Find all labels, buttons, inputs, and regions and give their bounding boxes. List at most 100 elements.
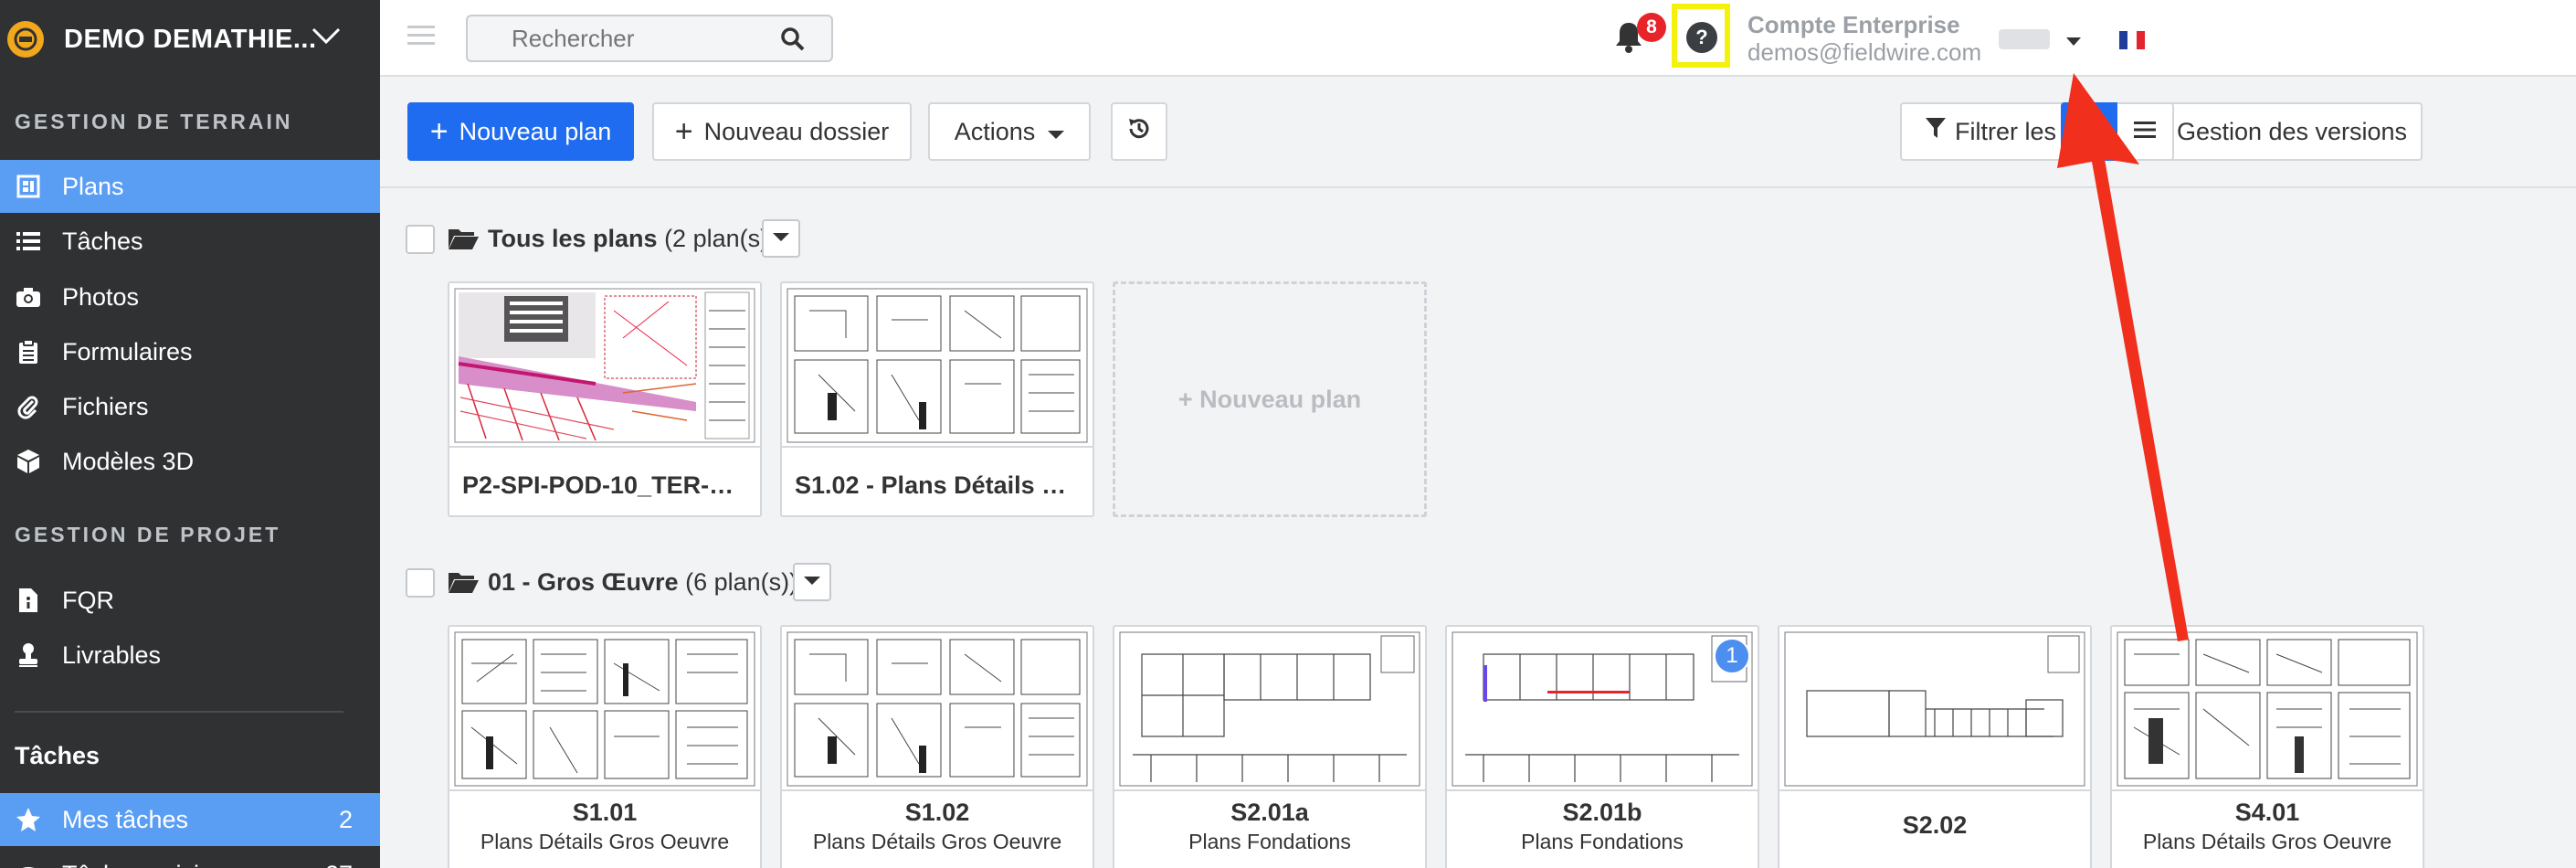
plan-name: S2.01b	[1562, 799, 1642, 826]
sidebar-item-followed-tasks[interactable]: Tâches suivies 27	[0, 848, 380, 868]
version-management-label: Gestion des versions	[2176, 117, 2408, 145]
folder-count: (6 plan(s))	[685, 568, 798, 596]
document-info-icon	[15, 587, 42, 614]
plan-name: S1.02	[904, 799, 970, 826]
sidebar-item-files[interactable]: Fichiers	[0, 380, 380, 433]
camera-icon	[15, 283, 42, 311]
folder-dropdown-button[interactable]	[793, 563, 831, 601]
sidebar-item-label: Fichiers	[62, 392, 149, 420]
plan-title: P2-SPI-POD-10_TER-N1...	[462, 471, 760, 499]
folder-title[interactable]: 01 - Gros Œuvre (6 plan(s))	[488, 568, 797, 597]
sidebar-item-submittals[interactable]: Livrables	[0, 629, 380, 682]
actions-dropdown[interactable]: Actions	[928, 102, 1091, 161]
project-switcher[interactable]: DEMO DEMATHIE...	[0, 0, 380, 79]
hamburger-menu-icon[interactable]	[407, 24, 435, 52]
sidebar-item-my-tasks[interactable]: Mes tâches 2	[0, 793, 380, 846]
account-type-label: Compte Enterprise	[1747, 11, 1960, 38]
search-box	[466, 15, 833, 62]
plan-description: Plans Fondations	[1521, 830, 1684, 853]
sidebar-item-photos[interactable]: Photos	[0, 270, 380, 323]
plan-card[interactable]: S1.02 - Plans Détails Gro...	[780, 281, 1094, 517]
grid-view-icon	[2079, 119, 2099, 144]
chevron-down-icon[interactable]	[311, 26, 342, 50]
plan-name: S2.02	[1902, 811, 1968, 839]
search-input[interactable]	[468, 16, 760, 60]
folder-select-checkbox[interactable]	[406, 568, 435, 598]
version-management-button[interactable]: Gestion des versions	[2161, 102, 2423, 161]
sidebar-item-label: Formulaires	[62, 337, 193, 365]
folder-select-checkbox[interactable]	[406, 225, 435, 254]
sidebar-item-label: Photos	[62, 282, 140, 311]
search-icon[interactable]	[780, 26, 806, 57]
filter-funnel-icon	[1926, 117, 1946, 146]
caret-down-icon	[804, 574, 820, 590]
sidebar-item-plans[interactable]: Plans	[0, 160, 380, 213]
sidebar: DEMO DEMATHIE... GESTION DE TERRAIN Plan…	[0, 0, 380, 868]
plus-icon: +	[674, 113, 693, 149]
plan-thumbnail	[1114, 627, 1425, 791]
plan-card[interactable]: S2.01b Plans Fondations	[1445, 625, 1759, 868]
sidebar-item-rfi[interactable]: FQR	[0, 574, 380, 627]
plan-thumbnail	[449, 283, 760, 448]
folder-name: Tous les plans	[488, 225, 658, 252]
plan-card[interactable]: S2.02	[1778, 625, 2092, 868]
history-button[interactable]	[1111, 102, 1167, 161]
fieldwire-logo-icon	[7, 21, 44, 58]
plus-icon: +	[429, 113, 449, 149]
plan-thumbnail	[1779, 627, 2090, 791]
actions-label: Actions	[954, 117, 1036, 145]
plan-card[interactable]: P2-SPI-POD-10_TER-N1...	[448, 281, 762, 517]
clipboard-icon	[15, 338, 42, 365]
sidebar-item-label: Plans	[62, 172, 124, 200]
star-icon	[15, 806, 42, 833]
toolbar-divider	[380, 186, 2576, 188]
tasks-list-icon	[15, 228, 42, 255]
new-plan-label: Nouveau plan	[459, 117, 612, 145]
plans-icon	[15, 173, 42, 200]
new-folder-label: Nouveau dossier	[703, 117, 890, 145]
french-flag-icon[interactable]	[2119, 31, 2145, 49]
sidebar-item-label: Modèles 3D	[62, 447, 195, 475]
folder-title[interactable]: Tous les plans (2 plan(s))	[488, 225, 776, 253]
new-folder-button[interactable]: + Nouveau dossier	[652, 102, 912, 161]
plan-task-count-badge: 1	[1714, 638, 1750, 674]
plan-description: Plans Détails Gros Oeuvre	[2142, 830, 2392, 853]
plan-thumbnail	[782, 283, 1093, 448]
list-view-toggle[interactable]	[2117, 102, 2174, 161]
folder-count: (2 plan(s))	[664, 225, 777, 252]
new-plan-button[interactable]: + Nouveau plan	[407, 102, 634, 161]
user-menu-avatar[interactable]	[1999, 29, 2050, 49]
plan-card[interactable]: S4.01 Plans Détails Gros Oeuvre	[2110, 625, 2424, 868]
sidebar-item-forms[interactable]: Formulaires	[0, 325, 380, 378]
plan-thumbnail	[449, 627, 760, 791]
help-question-icon[interactable]: ?	[1686, 22, 1717, 53]
eye-icon	[15, 861, 42, 868]
plan-card[interactable]: S2.01a Plans Fondations	[1113, 625, 1427, 868]
sidebar-item-tasks[interactable]: Tâches	[0, 215, 380, 268]
folder-dropdown-button[interactable]	[762, 219, 800, 258]
plan-thumbnail	[1447, 627, 1758, 791]
plan-thumbnail	[2112, 627, 2423, 791]
sidebar-item-label: Tâches	[62, 227, 143, 255]
account-email: demos@fieldwire.com	[1747, 38, 1982, 66]
sidebar-divider	[15, 711, 343, 713]
sidebar-item-label: Mes tâches	[62, 805, 189, 833]
my-tasks-count: 2	[338, 805, 353, 833]
sidebar-item-label: Tâches suivies	[62, 861, 226, 868]
caret-down-icon	[773, 230, 789, 247]
caret-down-icon[interactable]	[2066, 35, 2081, 51]
plan-card[interactable]: S1.02 Plans Détails Gros Oeuvre	[780, 625, 1094, 868]
grid-view-toggle[interactable]	[2061, 102, 2117, 161]
new-plan-placeholder-card[interactable]: + Nouveau plan	[1113, 281, 1427, 517]
plan-card[interactable]: S1.01 Plans Détails Gros Oeuvre	[448, 625, 762, 868]
sidebar-tasks-heading: Tâches	[15, 742, 100, 769]
top-bar	[380, 0, 2576, 77]
plan-name: S1.01	[572, 799, 638, 826]
followed-tasks-count: 27	[325, 861, 353, 868]
list-view-icon	[2134, 121, 2156, 143]
cube-icon	[15, 448, 42, 475]
history-icon	[1126, 116, 1152, 148]
plan-name: S4.01	[2234, 799, 2300, 826]
sidebar-item-3d-models[interactable]: Modèles 3D	[0, 435, 380, 488]
project-name: DEMO DEMATHIE...	[64, 24, 317, 54]
